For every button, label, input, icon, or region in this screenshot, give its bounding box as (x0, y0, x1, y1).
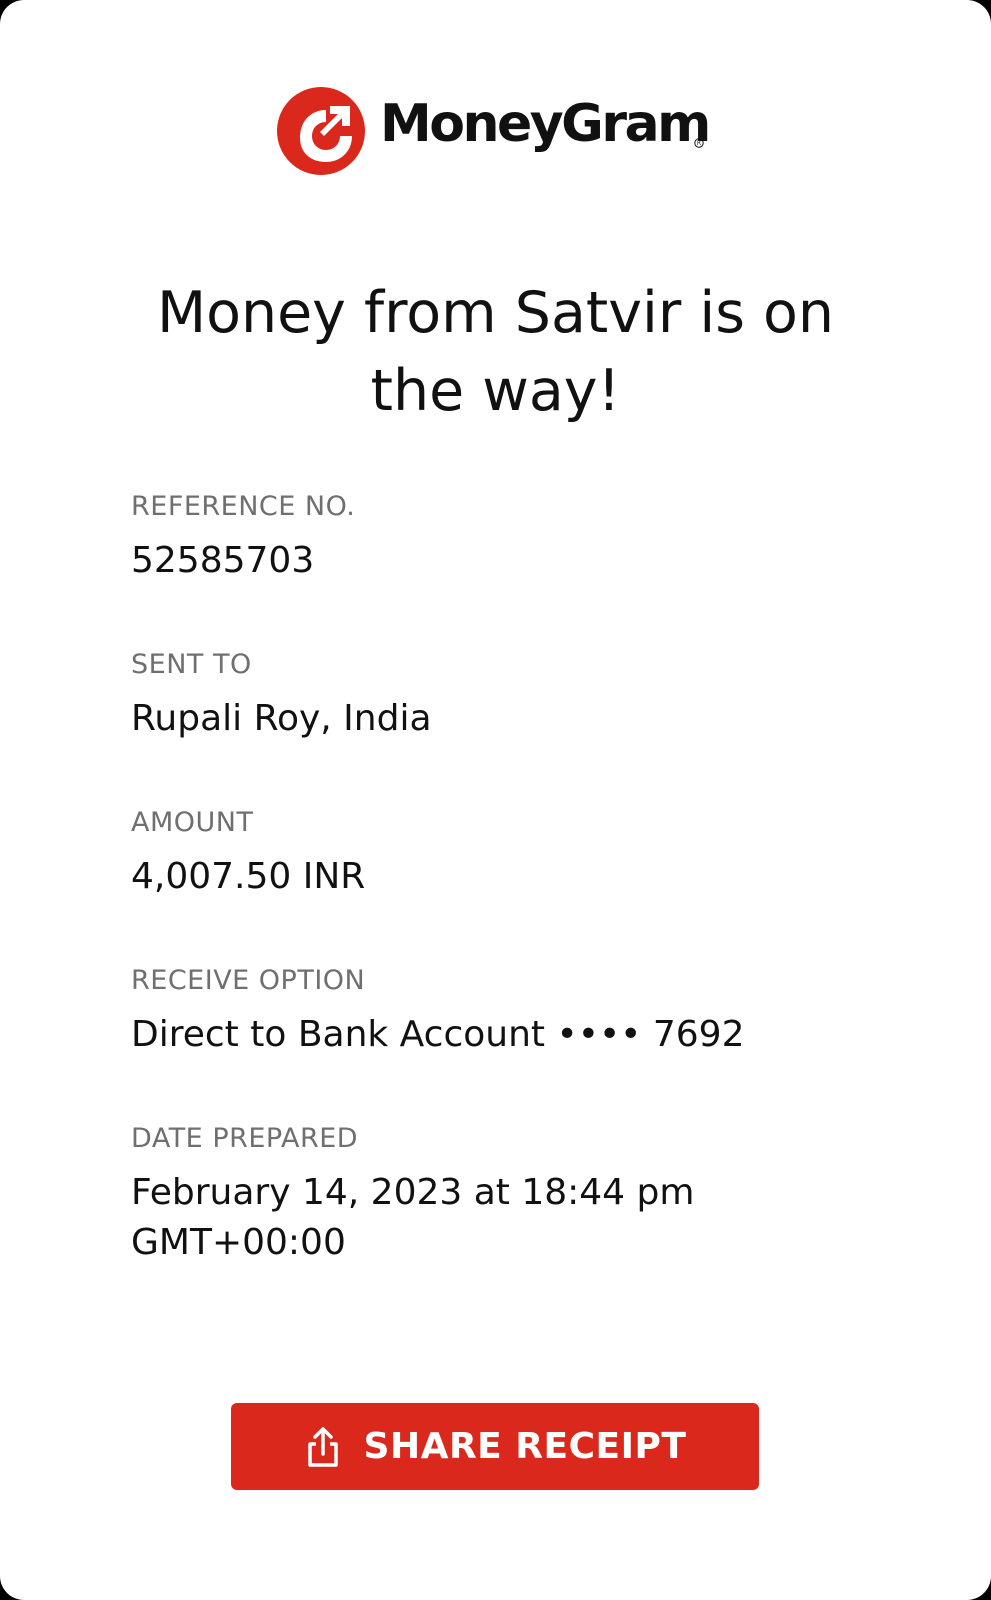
date-prepared-value: February 14, 2023 at 18:44 pm GMT+00:00 (131, 1168, 871, 1268)
date-prepared-value-line1: February 14, 2023 at 18:44 pm (131, 1172, 695, 1213)
reference-label: REFERENCE NO. (131, 491, 356, 522)
receive-option-field: RECEIVE OPTION Direct to Bank Account ••… (131, 964, 871, 1060)
registered-mark-icon: R (694, 138, 704, 148)
amount-field: AMOUNT 4,007.50 INR (131, 806, 871, 902)
page-title: Money from Satvir is on the way! (156, 280, 835, 424)
date-prepared-field: DATE PREPARED February 14, 2023 at 18:44… (131, 1122, 871, 1268)
reference-field: REFERENCE NO. 52585703 (131, 490, 871, 586)
reference-value: 52585703 (131, 540, 315, 581)
share-receipt-button[interactable]: SHARE RECEIPT (231, 1403, 759, 1490)
receive-option-label: RECEIVE OPTION (131, 965, 366, 996)
date-prepared-value-line2: GMT+00:00 (131, 1222, 346, 1263)
date-prepared-label: DATE PREPARED (131, 1123, 359, 1154)
sent-to-label: SENT TO (131, 649, 252, 680)
receive-option-value: Direct to Bank Account •••• 7692 (131, 1014, 745, 1055)
sent-to-field: SENT TO Rupali Roy, India (131, 648, 871, 744)
sent-to-value: Rupali Roy, India (131, 698, 432, 739)
moneygram-logo: MoneyGram R (276, 86, 716, 176)
brand-name: MoneyGram (380, 94, 711, 154)
amount-label: AMOUNT (131, 807, 254, 838)
amount-value: 4,007.50 INR (131, 856, 366, 897)
receipt-card: MoneyGram R Money from Satvir is on the … (0, 0, 991, 1600)
svg-text:R: R (697, 140, 701, 147)
share-receipt-label: SHARE RECEIPT (363, 1426, 687, 1467)
share-upload-icon (307, 1426, 338, 1467)
moneygram-arrow-logo-icon (277, 87, 365, 175)
